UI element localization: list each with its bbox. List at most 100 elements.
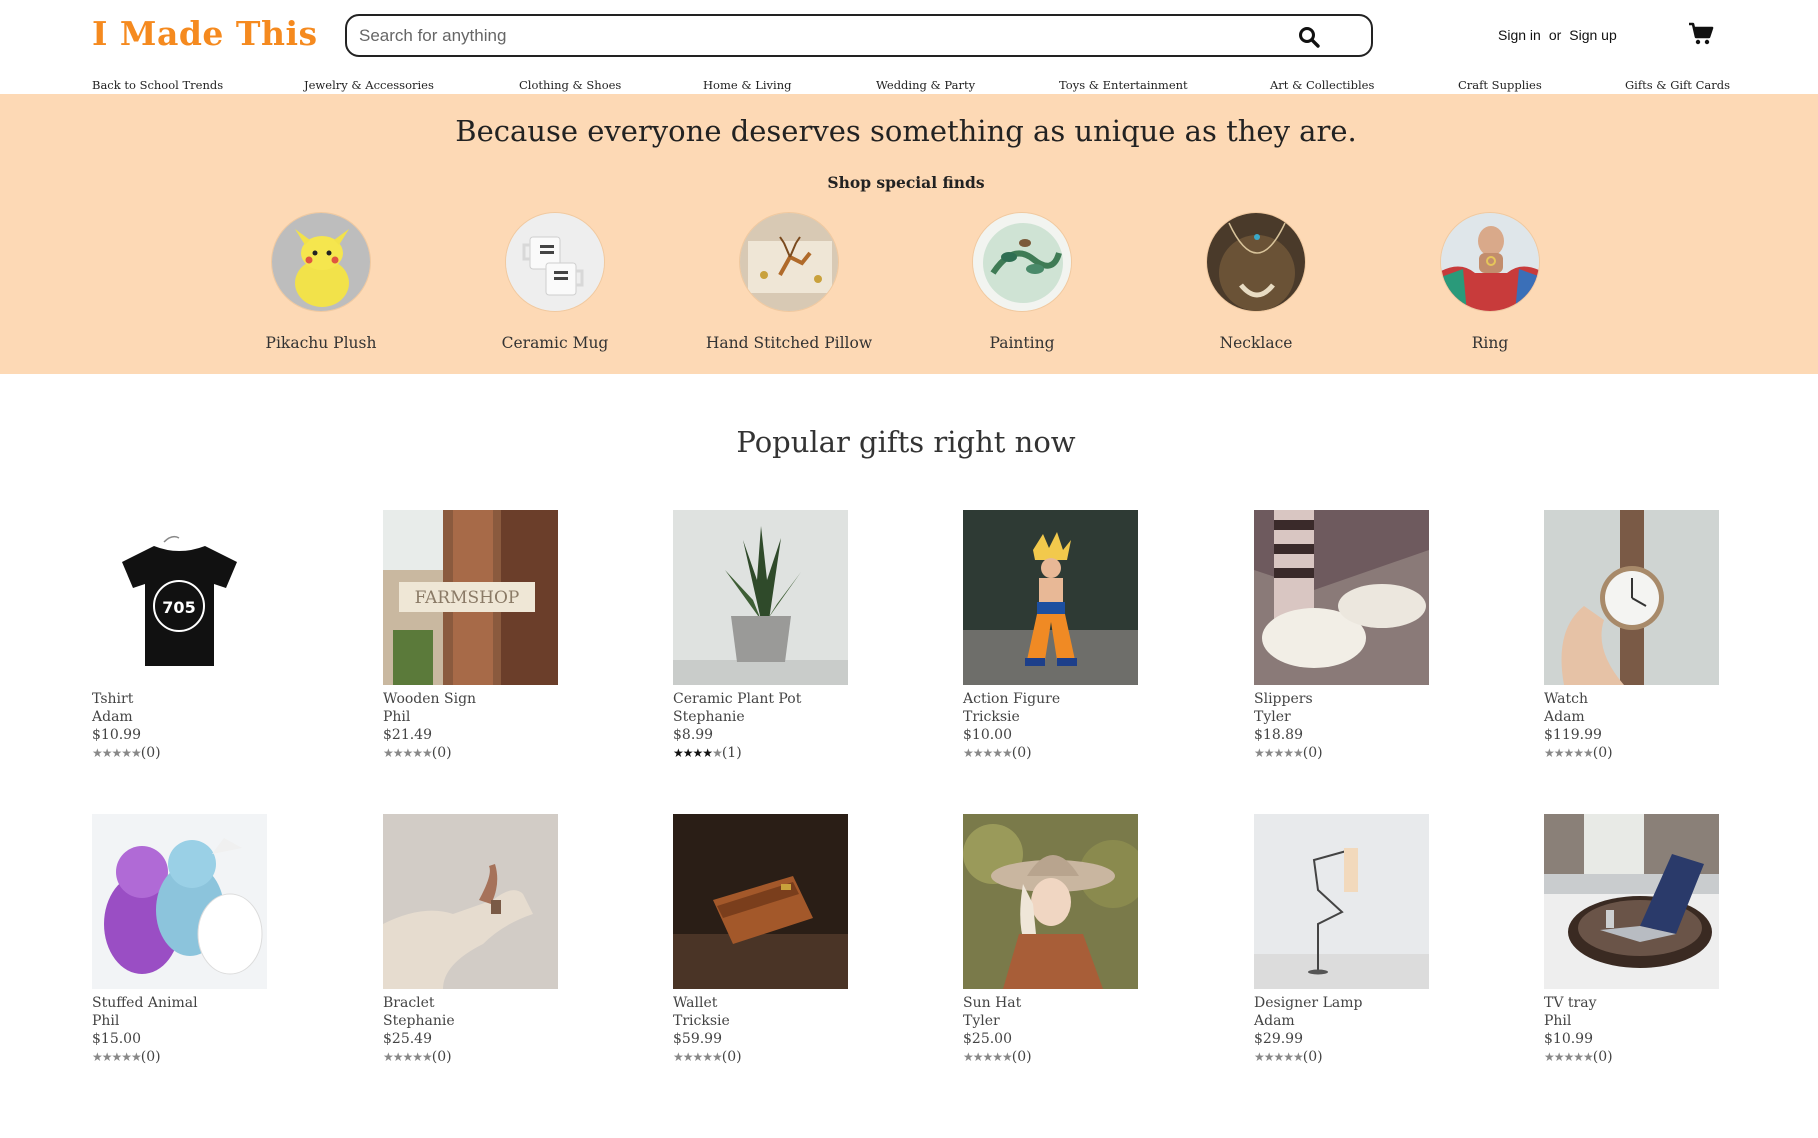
rating-stars: ★★★★★ — [1254, 1050, 1304, 1064]
search-bar — [345, 14, 1373, 57]
review-count: (0) — [1011, 745, 1032, 761]
product-price: $59.99 — [673, 1031, 722, 1047]
product-card-braclet[interactable]: Braclet Stephanie $25.49 ★★★★★(0) — [383, 814, 559, 1066]
product-rating: ★★★★★(0) — [1254, 1048, 1430, 1066]
product-seller: Phil — [383, 709, 411, 725]
nav-craft-supplies[interactable]: Craft Supplies — [1458, 78, 1542, 92]
nav-back-to-school-trends[interactable]: Back to School Trends — [92, 78, 223, 92]
product-name: Wallet — [673, 995, 718, 1011]
special-find-painting[interactable]: Painting — [922, 212, 1122, 352]
product-rating: ★★★★★(0) — [92, 744, 268, 762]
product-name: Wooden Sign — [383, 691, 477, 707]
tshirt-image: 705 — [92, 510, 267, 685]
product-name: Braclet — [383, 995, 435, 1011]
search-icon[interactable] — [1297, 25, 1321, 49]
site-header: I Made This Sign in or Sign up Back to Sch… — [0, 0, 1818, 94]
product-price: $10.00 — [963, 727, 1012, 743]
product-card-watch[interactable]: Watch Adam $119.99 ★★★★★(0) — [1544, 510, 1720, 762]
sun-hat-image — [963, 814, 1138, 989]
product-price: $21.49 — [383, 727, 432, 743]
site-logo[interactable]: I Made This — [92, 14, 318, 53]
plant-pot-image — [673, 510, 848, 685]
special-find-label: Painting — [989, 334, 1055, 352]
product-card-slippers[interactable]: Slippers Tyler $18.89 ★★★★★(0) — [1254, 510, 1430, 762]
popular-title: Popular gifts right now — [736, 425, 1076, 459]
special-find-pikachu-plush[interactable]: Pikachu Plush — [221, 212, 421, 352]
rating-stars: ★★★★★ — [383, 1050, 433, 1064]
cart-icon[interactable] — [1688, 22, 1714, 46]
ceramic-mug-image — [505, 212, 605, 312]
product-rating: ★★★★★(0) — [1254, 744, 1430, 762]
pillow-image — [739, 212, 839, 312]
product-seller: Phil — [1544, 1013, 1572, 1029]
rating-stars: ★★★★★ — [963, 1050, 1013, 1064]
product-card-sun-hat[interactable]: Sun Hat Tyler $25.00 ★★★★★(0) — [963, 814, 1139, 1066]
nav-home-living[interactable]: Home & Living — [703, 78, 791, 92]
product-name: Watch — [1544, 691, 1589, 707]
special-find-label: Ring — [1471, 334, 1509, 352]
product-card-tshirt[interactable]: 705 Tshirt Adam $10.99 ★★★★★(0) — [92, 510, 268, 762]
product-seller: Stephanie — [673, 709, 745, 725]
review-count: (0) — [1011, 1049, 1032, 1065]
product-rating: ★★★★★(0) — [673, 1048, 849, 1066]
product-rating: ★★★★★(1) — [673, 744, 849, 762]
product-card-wooden-sign[interactable]: FARMSHOP Wooden Sign Phil $21.49 ★★★★★(0… — [383, 510, 559, 762]
pikachu-plush-image — [271, 212, 371, 312]
product-rating: ★★★★★(0) — [1544, 1048, 1720, 1066]
tv-tray-image — [1544, 814, 1719, 989]
hero-title: Because everyone deserves something as u… — [455, 114, 1357, 148]
product-card-stuffed-animal[interactable]: Stuffed Animal Phil $15.00 ★★★★★(0) — [92, 814, 268, 1066]
product-rating: ★★★★★(0) — [1544, 744, 1720, 762]
product-seller: Adam — [1544, 709, 1585, 725]
review-count: (0) — [1592, 1049, 1613, 1065]
product-card-ceramic-plant-pot[interactable]: Ceramic Plant Pot Stephanie $8.99 ★★★★★(… — [673, 510, 849, 762]
search-input[interactable] — [359, 23, 1299, 49]
product-price: $25.00 — [963, 1031, 1012, 1047]
category-nav: Back to School Trends Jewelry & Accessor… — [0, 78, 1818, 94]
product-price: $15.00 — [92, 1031, 141, 1047]
review-count: (0) — [140, 1049, 161, 1065]
product-card-action-figure[interactable]: Action Figure Tricksie $10.00 ★★★★★(0) — [963, 510, 1139, 762]
review-count: (0) — [1592, 745, 1613, 761]
nav-gifts-gift-cards[interactable]: Gifts & Gift Cards — [1625, 78, 1730, 92]
product-name: Action Figure — [963, 691, 1061, 707]
nav-art-collectibles[interactable]: Art & Collectibles — [1270, 78, 1374, 92]
special-find-label: Hand Stitched Pillow — [705, 334, 873, 352]
rating-stars: ★★★★★ — [1254, 746, 1304, 760]
sign-text: FARMSHOP — [415, 588, 520, 608]
special-find-hand-stitched-pillow[interactable]: Hand Stitched Pillow — [689, 212, 889, 352]
product-name: Tshirt — [92, 691, 134, 707]
product-price: $25.49 — [383, 1031, 432, 1047]
product-seller: Stephanie — [383, 1013, 455, 1029]
special-find-necklace[interactable]: Necklace — [1156, 212, 1356, 352]
nav-wedding-party[interactable]: Wedding & Party — [876, 78, 975, 92]
product-card-wallet[interactable]: Wallet Tricksie $59.99 ★★★★★(0) — [673, 814, 849, 1066]
auth-or-text: or — [1548, 27, 1562, 43]
nav-toys-entertainment[interactable]: Toys & Entertainment — [1059, 78, 1188, 92]
watch-image — [1544, 510, 1719, 685]
product-rating: ★★★★★(0) — [92, 1048, 268, 1066]
product-name: Slippers — [1254, 691, 1313, 707]
hero-banner: Because everyone deserves something as u… — [0, 94, 1818, 374]
product-rating: ★★★★★(0) — [963, 1048, 1139, 1066]
ring-image — [1440, 212, 1540, 312]
rating-stars: ★★★★★ — [1544, 1050, 1594, 1064]
product-seller: Tyler — [1254, 709, 1291, 725]
product-card-designer-lamp[interactable]: Designer Lamp Adam $29.99 ★★★★★(0) — [1254, 814, 1430, 1066]
rating-stars: ★★★★★ — [92, 746, 142, 760]
special-find-ring[interactable]: Ring — [1390, 212, 1590, 352]
special-find-label: Necklace — [1219, 334, 1293, 352]
rating-stars: ★★★★★ — [963, 746, 1013, 760]
sign-in-link[interactable]: Sign in — [1498, 27, 1541, 43]
special-find-ceramic-mug[interactable]: Ceramic Mug — [455, 212, 655, 352]
nav-jewelry-accessories[interactable]: Jewelry & Accessories — [304, 78, 434, 92]
product-price: $119.99 — [1544, 727, 1602, 743]
sign-up-link[interactable]: Sign up — [1569, 27, 1616, 43]
product-card-tv-tray[interactable]: TV tray Phil $10.99 ★★★★★(0) — [1544, 814, 1720, 1066]
rating-stars: ★★★★★ — [673, 746, 723, 760]
review-count: (0) — [721, 1049, 742, 1065]
nav-clothing-shoes[interactable]: Clothing & Shoes — [519, 78, 621, 92]
rating-stars: ★★★★★ — [92, 1050, 142, 1064]
painting-image — [972, 212, 1072, 312]
special-find-label: Ceramic Mug — [501, 334, 609, 352]
